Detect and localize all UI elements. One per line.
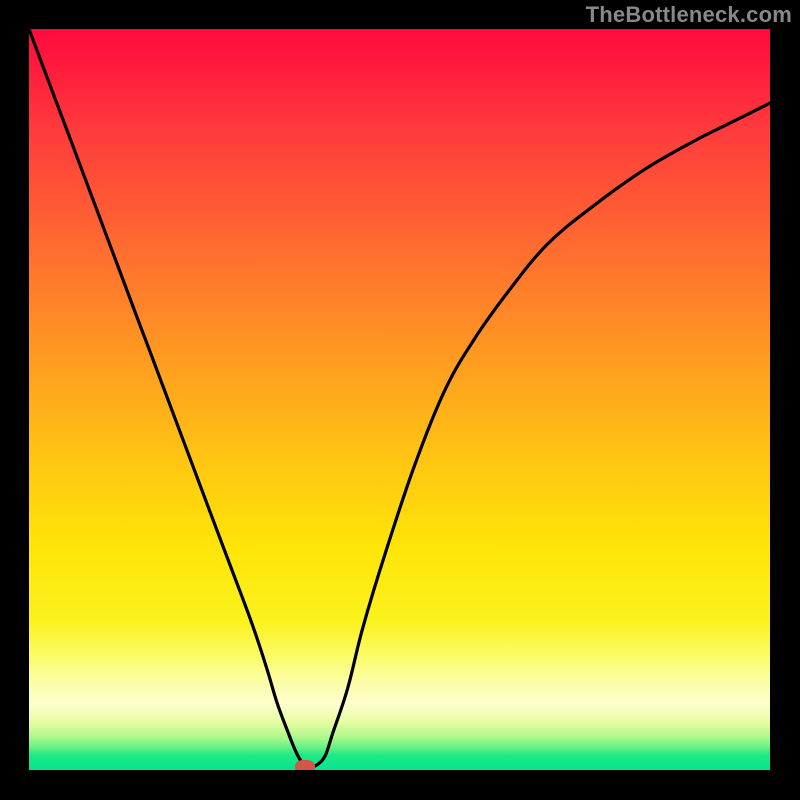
plot-area (29, 29, 770, 770)
chart-frame: TheBottleneck.com (0, 0, 800, 800)
watermark-text: TheBottleneck.com (586, 2, 792, 28)
marker-dot (295, 760, 315, 770)
bottleneck-curve (29, 29, 770, 770)
